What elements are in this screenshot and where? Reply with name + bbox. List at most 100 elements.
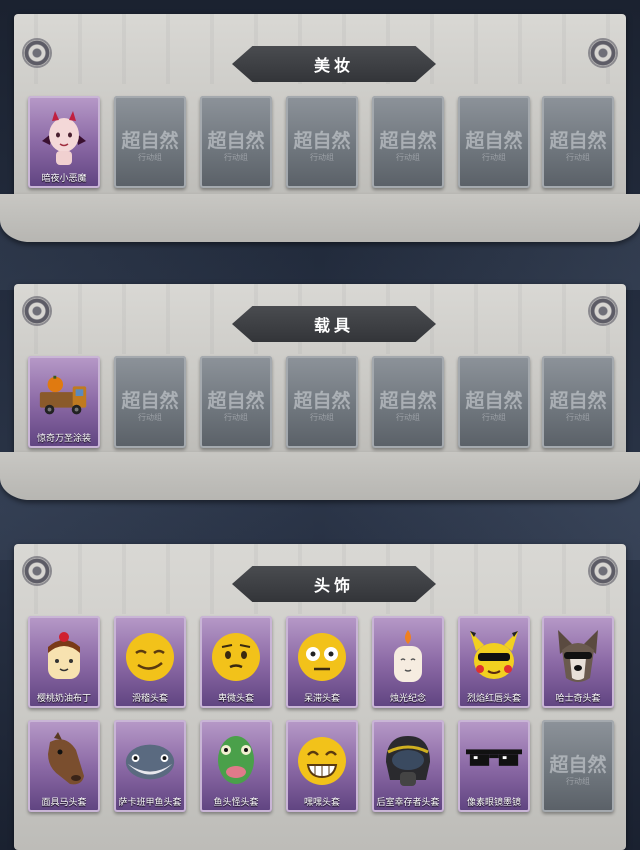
item-label: 卑微头套 <box>217 694 254 704</box>
item-card[interactable]: 烛光纪念 <box>372 616 444 708</box>
scroll-edge <box>0 452 640 500</box>
candle-head-icon <box>380 624 436 690</box>
pixel-sunglasses-icon <box>466 728 522 794</box>
grin-emoji-head-icon <box>294 728 350 794</box>
locked-watermark: 超自然 <box>293 390 351 412</box>
section-headwear: 头饰 樱桃奶油布丁 滑稽头套 卑微头套 呆滞头套 烛光纪念 烈焰红唇头套 哈士奇… <box>14 544 626 850</box>
locked-slot[interactable]: 超自然 行动组 <box>458 356 530 448</box>
locked-watermark: 超自然 <box>121 390 179 412</box>
item-card[interactable]: 暗夜小恶魔 <box>28 96 100 188</box>
locked-watermark: 超自然 <box>207 130 265 152</box>
item-card[interactable]: 面具马头套 <box>28 720 100 812</box>
locked-watermark: 超自然 <box>465 390 523 412</box>
locked-watermark-sub: 行动组 <box>224 413 248 422</box>
item-card[interactable]: 后室幸存者头套 <box>372 720 444 812</box>
section-title: 美妆 <box>313 56 354 75</box>
section-makeup: 美妆 暗夜小恶魔 超自然 行动组 超自然 行动组 超自然 行动组 超自然 行动组 超自然… <box>0 14 640 242</box>
section-title: 载具 <box>313 316 354 335</box>
locked-slot[interactable]: 超自然 行动组 <box>542 720 614 812</box>
locked-slot[interactable]: 超自然 行动组 <box>372 96 444 188</box>
item-card[interactable]: 烈焰红唇头套 <box>458 616 530 708</box>
locked-watermark-sub: 行动组 <box>566 413 590 422</box>
locked-watermark-sub: 行动组 <box>482 153 506 162</box>
item-label: 哈士奇头套 <box>555 694 601 704</box>
locked-watermark: 超自然 <box>293 130 351 152</box>
item-card[interactable]: 萨卡班甲鱼头套 <box>114 720 186 812</box>
locked-watermark: 超自然 <box>549 130 607 152</box>
locked-watermark: 超自然 <box>549 390 607 412</box>
locked-slot[interactable]: 超自然 行动组 <box>372 356 444 448</box>
gear-ornament-icon <box>590 558 616 584</box>
smirk-emoji-head-icon <box>122 624 178 690</box>
locked-slot[interactable]: 超自然 行动组 <box>114 96 186 188</box>
locked-watermark: 超自然 <box>549 754 607 776</box>
item-label: 呆滞头套 <box>303 694 340 704</box>
locked-watermark-sub: 行动组 <box>310 413 334 422</box>
item-label: 鱼头怪头套 <box>213 798 259 808</box>
locked-watermark: 超自然 <box>121 130 179 152</box>
item-card[interactable]: 惊奇万圣涂装 <box>28 356 100 448</box>
item-card[interactable]: 滑稽头套 <box>114 616 186 708</box>
locked-slot[interactable]: 超自然 行动组 <box>286 96 358 188</box>
husky-head-icon <box>550 624 606 690</box>
fish-monster-head-icon <box>208 728 264 794</box>
item-card[interactable]: 卑微头套 <box>200 616 272 708</box>
locked-watermark-sub: 行动组 <box>138 413 162 422</box>
locked-slot[interactable]: 超自然 行动组 <box>542 356 614 448</box>
item-label: 樱桃奶油布丁 <box>36 694 91 704</box>
item-card[interactable]: 像素眼镜墨镜 <box>458 720 530 812</box>
item-label: 暗夜小恶魔 <box>41 174 87 184</box>
item-card[interactable]: 哈士奇头套 <box>542 616 614 708</box>
item-label: 嘿嘿头套 <box>303 798 340 808</box>
item-label: 惊奇万圣涂装 <box>36 434 91 444</box>
locked-slot[interactable]: 超自然 行动组 <box>286 356 358 448</box>
locked-watermark: 超自然 <box>207 390 265 412</box>
locked-slot[interactable]: 超自然 行动组 <box>200 356 272 448</box>
item-label: 烛光纪念 <box>389 694 426 704</box>
locked-slot[interactable]: 超自然 行动组 <box>200 96 272 188</box>
section-title-banner: 头饰 <box>232 566 436 602</box>
locked-watermark-sub: 行动组 <box>310 153 334 162</box>
locked-watermark-sub: 行动组 <box>566 777 590 786</box>
gear-ornament-icon <box>24 40 50 66</box>
item-label: 后室幸存者头套 <box>376 798 440 808</box>
locked-slot[interactable]: 超自然 行动组 <box>458 96 530 188</box>
devil-doll-icon <box>36 104 92 170</box>
halloween-truck-icon <box>36 364 92 430</box>
locked-watermark-sub: 行动组 <box>224 153 248 162</box>
locked-watermark-sub: 行动组 <box>566 153 590 162</box>
gear-ornament-icon <box>24 558 50 584</box>
yellow-mouse-head-icon <box>466 624 522 690</box>
horse-head-icon <box>36 728 92 794</box>
locked-watermark: 超自然 <box>379 390 437 412</box>
locked-watermark-sub: 行动组 <box>138 153 162 162</box>
item-label: 萨卡班甲鱼头套 <box>118 798 182 808</box>
section-vehicle: 载具 惊奇万圣涂装 超自然 行动组 超自然 行动组 超自然 行动组 超自然 行动组 超自… <box>0 284 640 500</box>
locked-slot[interactable]: 超自然 行动组 <box>114 356 186 448</box>
locked-watermark: 超自然 <box>465 130 523 152</box>
scroll-edge <box>0 194 640 242</box>
item-label: 面具马头套 <box>41 798 87 808</box>
section-title-banner: 载具 <box>232 306 436 342</box>
item-card[interactable]: 鱼头怪头套 <box>200 720 272 812</box>
gear-ornament-icon <box>24 298 50 324</box>
locked-watermark-sub: 行动组 <box>396 413 420 422</box>
section-title: 头饰 <box>313 576 354 595</box>
gear-ornament-icon <box>590 40 616 66</box>
item-card[interactable]: 呆滞头套 <box>286 616 358 708</box>
dazed-emoji-head-icon <box>294 624 350 690</box>
locked-watermark-sub: 行动组 <box>482 413 506 422</box>
item-label: 像素眼镜墨镜 <box>466 798 521 808</box>
gas-mask-helmet-icon <box>380 728 436 794</box>
item-card[interactable]: 嘿嘿头套 <box>286 720 358 812</box>
fish-head-icon <box>122 728 178 794</box>
gear-ornament-icon <box>590 298 616 324</box>
locked-watermark-sub: 行动组 <box>396 153 420 162</box>
item-label: 烈焰红唇头套 <box>466 694 521 704</box>
item-card[interactable]: 樱桃奶油布丁 <box>28 616 100 708</box>
pudding-head-icon <box>36 624 92 690</box>
locked-slot[interactable]: 超自然 行动组 <box>542 96 614 188</box>
sad-emoji-head-icon <box>208 624 264 690</box>
section-title-banner: 美妆 <box>232 46 436 82</box>
locked-watermark: 超自然 <box>379 130 437 152</box>
